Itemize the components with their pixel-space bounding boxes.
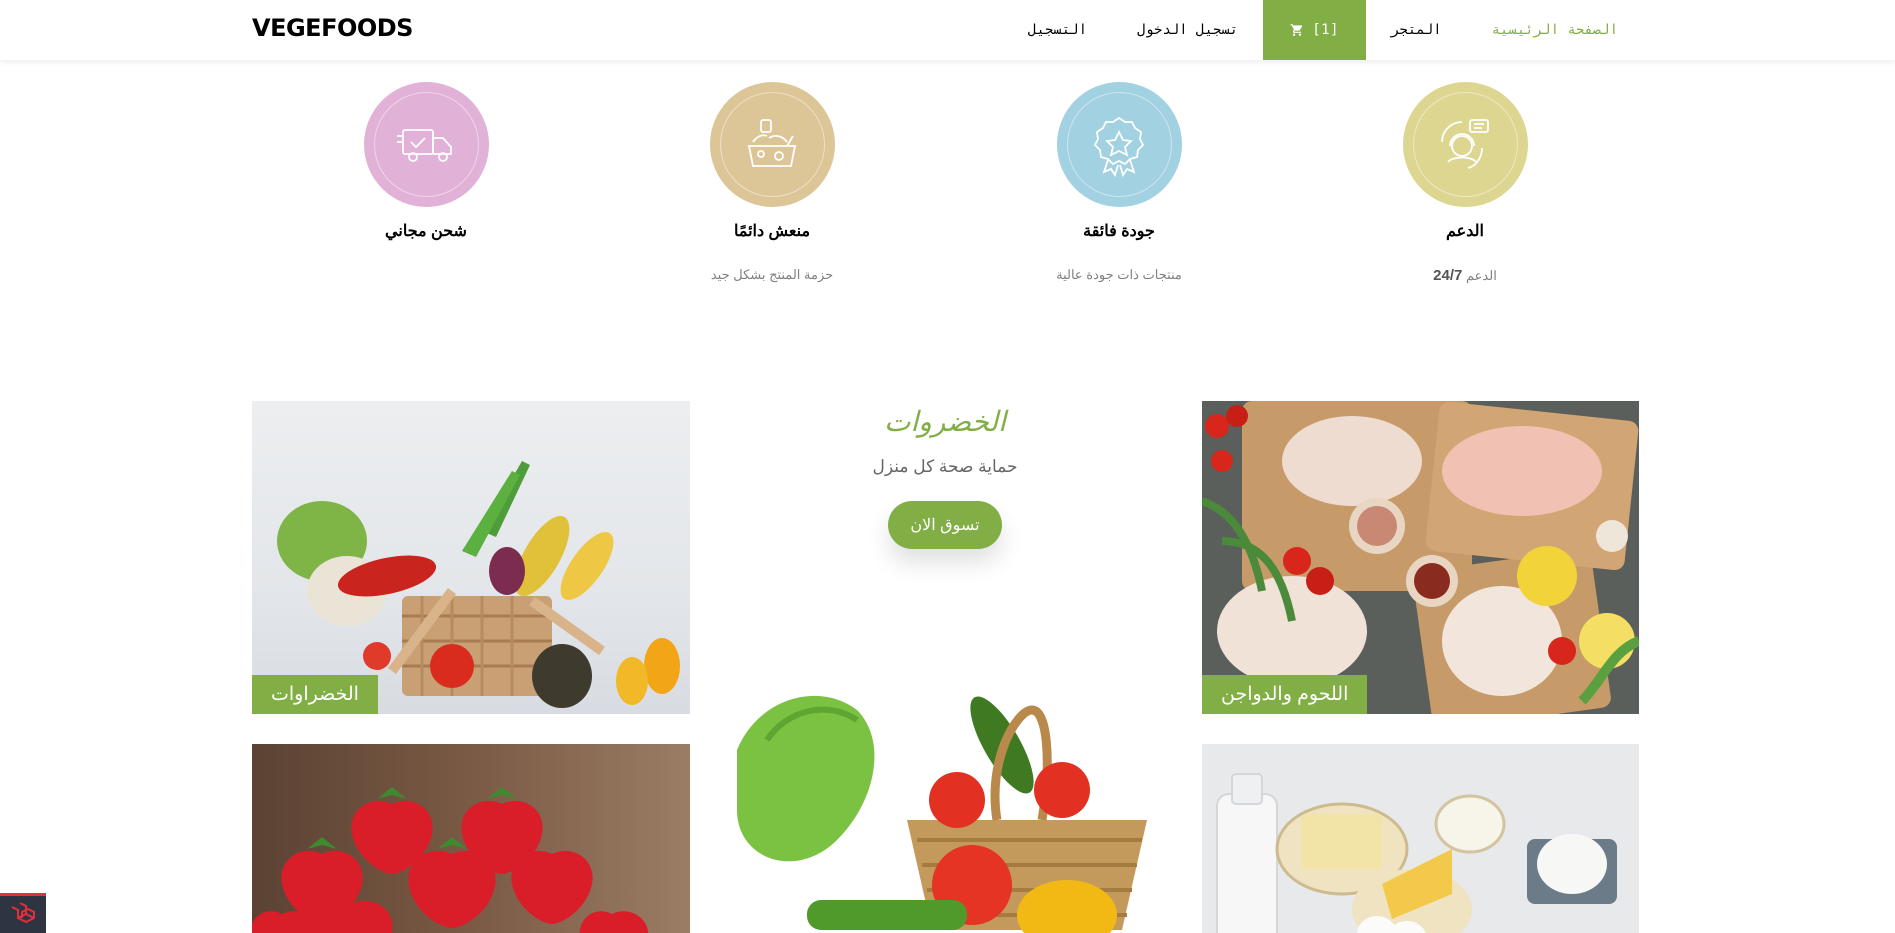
category-fruits[interactable] — [252, 744, 690, 933]
service-circle — [1402, 82, 1528, 207]
nav-store[interactable]: المتجر — [1366, 0, 1467, 60]
top-navbar: VEGEFOODS الصفحة الرئيسية المتجر [1] تسج… — [0, 0, 1895, 60]
service-title: شحن مجاني — [385, 223, 467, 240]
service-circle — [363, 82, 489, 207]
vegetables-basket-image — [277, 461, 680, 708]
service-subtitle: منتجات ذات جودة عالية — [1056, 267, 1182, 282]
service-support: الدعم الدعم 24/7 — [1345, 82, 1585, 284]
laravel-icon — [11, 902, 35, 923]
shop-now-button[interactable]: تسوق الان — [888, 501, 1002, 549]
service-title: منعش دائمًا — [733, 223, 811, 240]
quality-badge-icon — [1093, 116, 1145, 177]
service-circle — [709, 82, 835, 207]
grocery-bag-icon — [747, 118, 797, 167]
cart-count: [1] — [1312, 22, 1339, 38]
nav-home[interactable]: الصفحة الرئيسية — [1467, 0, 1643, 60]
nav-cart[interactable]: [1] — [1263, 0, 1366, 60]
nav-login[interactable]: تسجيل الدخول — [1112, 0, 1263, 60]
service-superior-quality: جودة فائقة منتجات ذات جودة عالية — [999, 82, 1239, 283]
dairy-image — [1216, 773, 1617, 933]
category-vegetables[interactable]: الخضراوات — [252, 401, 690, 714]
debugbar-toggle[interactable] — [0, 893, 46, 933]
cart-icon — [1290, 23, 1304, 37]
basket-illustration — [737, 695, 1147, 933]
category-meat-poultry[interactable]: اللحوم والدواجن — [1202, 401, 1639, 714]
service-title: جودة فائقة — [1083, 223, 1155, 240]
support-hours: 24/7 — [1433, 267, 1463, 284]
service-subtitle: الدعم 24/7 — [1345, 267, 1585, 284]
promo-tagline: حماية صحة كل منزل — [872, 457, 1018, 476]
strawberries-image — [252, 787, 649, 933]
category-dairy[interactable] — [1202, 744, 1639, 933]
meat-poultry-image — [1202, 401, 1639, 714]
service-always-fresh: منعش دائمًا حزمة المنتج بشكل جيد — [652, 82, 892, 283]
vegetables-tag[interactable]: الخضراوات — [252, 675, 378, 714]
support-agent-icon — [1441, 118, 1489, 169]
main-nav: الصفحة الرئيسية المتجر [1] تسجيل الدخول … — [1003, 0, 1643, 60]
vegetable-basket-image — [727, 690, 1157, 933]
service-circle — [1056, 82, 1182, 207]
delivery-truck-icon — [397, 128, 452, 162]
service-subtitle: حزمة المنتج بشكل جيد — [710, 267, 834, 282]
service-subtitle-text: الدعم — [1466, 268, 1497, 283]
promo-heading: الخضروات — [884, 407, 1006, 438]
service-title: الدعم — [1446, 223, 1484, 240]
service-free-shipping: شحن مجاني — [306, 82, 546, 267]
nav-register[interactable]: التسجيل — [1003, 0, 1112, 60]
site-logo[interactable]: VEGEFOODS — [252, 14, 413, 42]
meat-poultry-tag[interactable]: اللحوم والدواجن — [1202, 675, 1368, 714]
vegetables-promo: الخضروات حماية صحة كل منزل تسوق الان — [805, 405, 1085, 549]
